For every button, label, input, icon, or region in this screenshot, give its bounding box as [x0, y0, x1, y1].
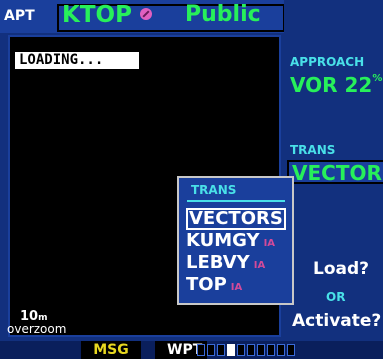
airport-type: Public [185, 2, 261, 27]
trans-label: TRANS [290, 143, 336, 157]
approach-value[interactable]: VOR 22% [290, 73, 382, 97]
popup-item-label: TOP [186, 274, 227, 295]
approach-name: VOR 22 [290, 73, 373, 97]
apt-tag: APT [4, 8, 35, 24]
page-segment [287, 344, 295, 356]
msg-annunciator[interactable]: MSG [81, 341, 141, 359]
trans-field[interactable]: VECTORS [287, 160, 383, 184]
page-segment [227, 344, 235, 356]
public-airport-icon [140, 8, 152, 20]
zoom-mode: overzoom [7, 322, 67, 336]
popup-item-lebvy[interactable]: LEBVY IA [186, 252, 265, 274]
popup-item-label: KUMGY [186, 230, 260, 251]
page-segment [277, 344, 285, 356]
popup-item-tag: IA [253, 260, 266, 271]
page-segment [257, 344, 265, 356]
popup-divider [187, 200, 285, 202]
page-segment [217, 344, 225, 356]
page-segment [247, 344, 255, 356]
page-indicator [197, 344, 295, 356]
trans-value: VECTORS [292, 161, 383, 184]
page-segment [237, 344, 245, 356]
map-loading-status: LOADING... [15, 52, 139, 69]
popup-item-label: VECTORS [189, 208, 283, 229]
page-segment [197, 344, 205, 356]
approach-label: APPROACH [290, 55, 365, 69]
popup-title: TRANS [191, 183, 237, 197]
popup-item-kumgy[interactable]: KUMGY IA [186, 230, 275, 252]
page-segment [267, 344, 275, 356]
popup-item-tag: IA [230, 282, 243, 293]
page-segment [207, 344, 215, 356]
activate-button[interactable]: Activate? [292, 311, 381, 331]
approach-suffix: % [372, 73, 383, 84]
gps-screen: APT KTOP Public LOADING... 10m overzoom … [0, 0, 383, 359]
airport-identifier[interactable]: KTOP [62, 2, 132, 28]
popup-item-label: LEBVY [186, 252, 250, 273]
trans-popup: TRANS VECTORS KUMGY IA LEBVY IA TOP IA [177, 176, 294, 305]
popup-item-tag: IA [263, 238, 276, 249]
load-button[interactable]: Load? [313, 259, 369, 279]
popup-item-top[interactable]: TOP IA [186, 274, 242, 296]
popup-item-vectors[interactable]: VECTORS [186, 208, 286, 230]
or-text: OR [326, 290, 346, 304]
